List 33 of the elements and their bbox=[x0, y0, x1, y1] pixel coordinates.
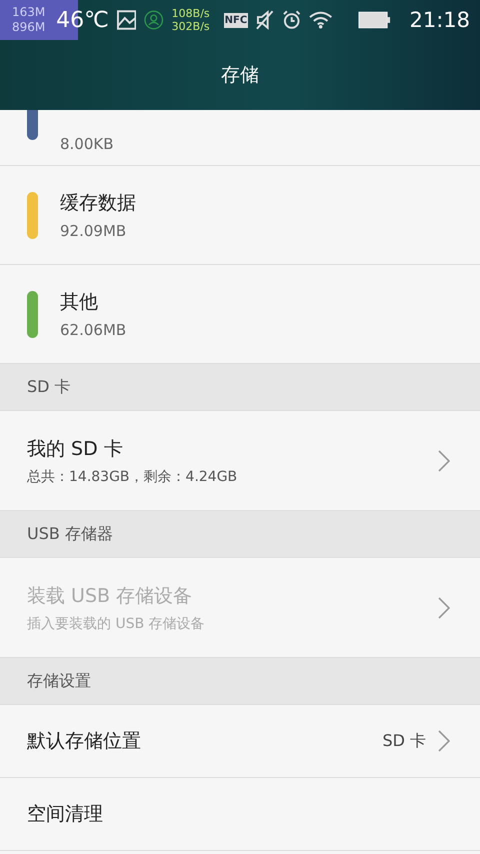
section-title: SD 卡 bbox=[27, 376, 71, 398]
item-subtitle: 总共：14.83GB，剩余：4.24GB bbox=[27, 468, 238, 486]
section-title: USB 存储器 bbox=[27, 524, 113, 544]
category-name: 其他 bbox=[60, 290, 99, 315]
item-title: 默认存储位置 bbox=[27, 729, 142, 754]
person-icon bbox=[144, 10, 164, 30]
upload-speed: 108B/s bbox=[172, 7, 210, 20]
page-title: 存储 bbox=[221, 63, 259, 88]
category-name: 缓存数据 bbox=[60, 191, 136, 216]
clock-time: 21:18 bbox=[409, 8, 470, 32]
chevron-icon bbox=[438, 450, 450, 472]
download-speed: 302B/s bbox=[172, 20, 210, 33]
battery-icon bbox=[358, 11, 392, 29]
item-title: 装载 USB 存储设备 bbox=[27, 584, 194, 608]
temperature: 46℃ bbox=[56, 8, 109, 32]
alarm-icon bbox=[282, 10, 302, 30]
category-size: 8.00KB bbox=[60, 135, 114, 153]
chevron-icon bbox=[438, 596, 450, 618]
item-title: 我的 SD 卡 bbox=[27, 436, 124, 462]
image-icon bbox=[116, 10, 136, 30]
settings-item[interactable]: 默认存储位置 SD 卡 bbox=[0, 705, 480, 778]
chevron-icon bbox=[438, 730, 450, 752]
item-value: SD 卡 bbox=[382, 730, 426, 752]
settings-item[interactable]: 空间清理 bbox=[0, 778, 480, 851]
item-title: 空间清理 bbox=[27, 802, 104, 827]
memory-total: 896M bbox=[12, 20, 46, 35]
section-title: 存储设置 bbox=[27, 670, 91, 692]
category-size: 92.09MB bbox=[60, 222, 128, 240]
category-size: 62.06MB bbox=[60, 321, 126, 339]
nfc-badge: NFC bbox=[224, 12, 248, 28]
muted-speaker-icon bbox=[256, 10, 274, 30]
wifi-icon bbox=[309, 11, 332, 29]
item-subtitle: 插入要装载的 USB 存储设备 bbox=[27, 614, 206, 632]
